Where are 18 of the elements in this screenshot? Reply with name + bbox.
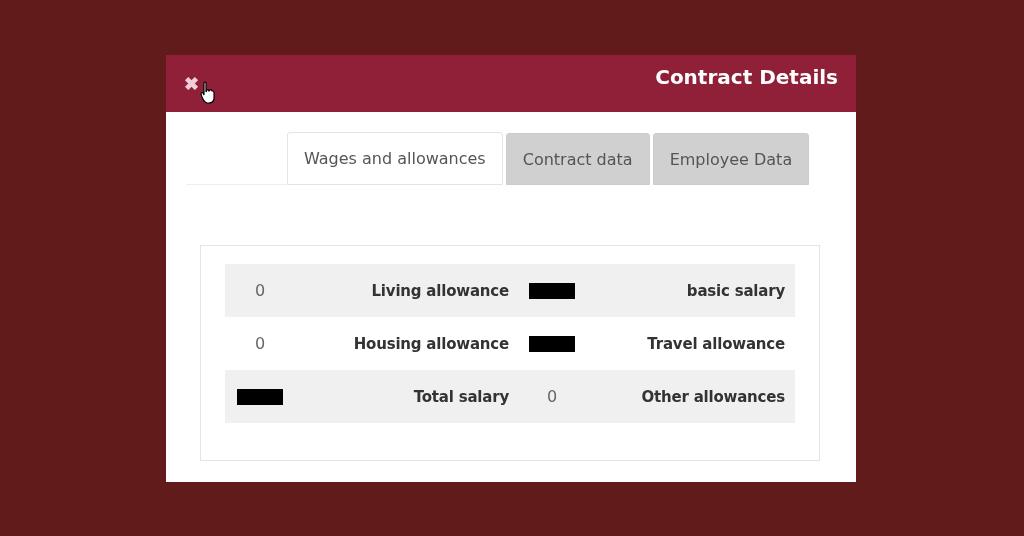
value-text: 0 <box>254 281 266 300</box>
pointer-hand-icon <box>200 81 216 105</box>
tab[interactable]: Employee Data <box>652 133 810 185</box>
field-label: Living allowance <box>371 281 509 300</box>
dialog-title: Contract Details <box>655 64 838 89</box>
redaction-mark <box>529 282 575 299</box>
field-label: Housing allowance <box>353 334 509 353</box>
field-label: Total salary <box>413 387 509 406</box>
field-label: Other allowances <box>641 387 785 406</box>
redaction-mark <box>529 335 575 352</box>
field-label: Travel allowance <box>647 334 785 353</box>
value-text: 0 <box>254 334 266 353</box>
tab[interactable]: Contract data <box>505 133 650 185</box>
close-button[interactable]: ✖ <box>184 72 199 95</box>
tab[interactable]: Wages and allowances <box>287 132 503 185</box>
field-label: basic salary <box>686 281 785 300</box>
redaction-mark <box>237 388 283 405</box>
value-text: 0 <box>546 387 558 406</box>
